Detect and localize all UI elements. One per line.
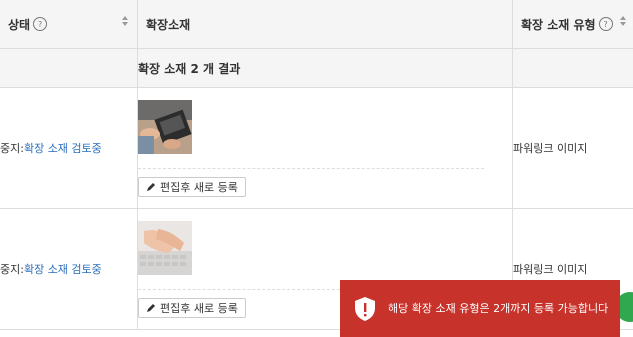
toast-message: 해당 확장 소재 유형은 2개까지 등록 가능합니다 <box>388 301 609 315</box>
edit-register-button[interactable]: 편집후 새로 등록 <box>138 297 246 318</box>
status-prefix: 중지: <box>0 263 24 276</box>
status-cell: 중지:확장 소재 검토중 <box>0 208 138 330</box>
table-row: 중지:확장 소재 검토중 편집후 새로 등록 파워링크 이미지 <box>0 87 633 209</box>
pencil-icon <box>147 303 155 312</box>
thumbnail-image[interactable] <box>138 220 192 275</box>
sort-icon[interactable] <box>620 16 626 26</box>
edit-register-label: 편집후 새로 등록 <box>160 180 238 194</box>
result-count: 확장 소재 2 개 결과 <box>137 48 513 88</box>
edit-register-button[interactable]: 편집후 새로 등록 <box>138 176 246 197</box>
shield-alert-icon <box>355 296 375 321</box>
status-header-label: 상태 <box>8 17 31 32</box>
extension-header-label: 확장소재 <box>146 17 191 32</box>
edit-register-label: 편집후 새로 등록 <box>160 301 238 315</box>
status-prefix: 중지: <box>0 142 24 155</box>
pencil-icon <box>147 182 155 191</box>
status-column-header[interactable]: 상태 ? <box>0 0 138 49</box>
type-column-header[interactable]: 확장 소재 유형 ? <box>512 0 633 49</box>
thumbnail-image[interactable] <box>138 99 192 154</box>
sort-icon[interactable] <box>122 16 128 26</box>
help-icon[interactable]: ? <box>598 17 613 31</box>
type-cell: 파워링크 이미지 <box>512 87 633 209</box>
type-header-label: 확장 소재 유형 <box>521 17 596 32</box>
table-header-row: 상태 ? 확장소재 확장 소재 유형 ? <box>0 0 633 49</box>
extension-column-header: 확장소재 <box>137 0 513 49</box>
status-review-link[interactable]: 확장 소재 검토중 <box>24 142 102 155</box>
status-cell: 중지:확장 소재 검토중 <box>0 87 138 209</box>
status-review-link[interactable]: 확장 소재 검토중 <box>24 263 102 276</box>
help-icon[interactable]: ? <box>33 17 48 31</box>
extension-cell: 편집후 새로 등록 <box>137 87 513 209</box>
summary-row: 확장 소재 2 개 결과 <box>0 48 633 88</box>
error-toast[interactable]: 해당 확장 소재 유형은 2개까지 등록 가능합니다 <box>340 280 620 337</box>
divider <box>138 167 484 169</box>
